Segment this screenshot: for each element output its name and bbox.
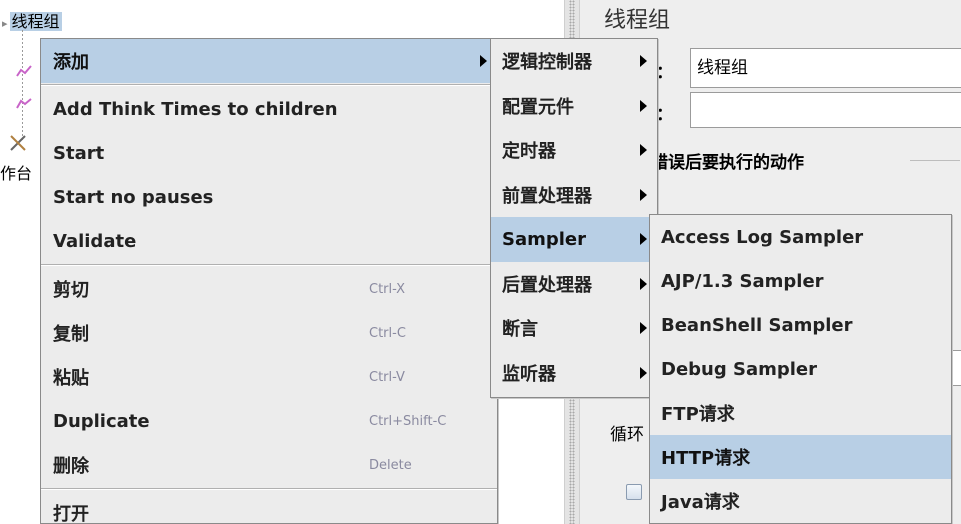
loop-label: 循环	[610, 425, 644, 445]
listener-node-icon	[16, 98, 32, 109]
shortcut-label: Ctrl-X	[369, 281, 406, 297]
menu-item-label: 配置元件	[502, 96, 574, 118]
tree-node-label: 线程组	[9, 12, 62, 31]
menu-item-label: 粘贴	[53, 368, 89, 389]
menu-item-label: FTP请求	[661, 404, 735, 425]
menu-item-listener[interactable]: 监听器	[491, 351, 657, 396]
menu-item-debug-sampler[interactable]: Debug Sampler	[650, 347, 951, 391]
menu-item-post-processor[interactable]: 后置处理器	[491, 262, 657, 307]
menu-item-label: 剪切	[53, 280, 89, 301]
menu-item-label: 后置处理器	[502, 274, 592, 296]
menu-item-label: Add Think Times to children	[53, 98, 338, 120]
expand-toggle-icon[interactable]: ▸	[2, 17, 8, 30]
menu-item-ftp-request[interactable]: FTP请求	[650, 391, 951, 435]
menu-item-duplicate[interactable]: Duplicate Ctrl+Shift-C	[41, 399, 497, 443]
menu-item-label: 删除	[53, 456, 89, 477]
menu-item-label: Access Log Sampler	[661, 226, 864, 248]
sampler-node-icon	[16, 65, 32, 77]
menu-item-config-element[interactable]: 配置元件	[491, 84, 657, 129]
submenu-arrow-icon	[640, 144, 647, 157]
menu-item-label: BeanShell Sampler	[661, 314, 853, 336]
menu-item-label: Duplicate	[53, 410, 150, 432]
tree-connector	[22, 30, 23, 140]
menu-item-label: Start no pauses	[53, 186, 214, 208]
menu-item-label: AJP/1.3 Sampler	[661, 270, 824, 292]
shortcut-label: Ctrl-C	[369, 325, 406, 341]
forever-checkbox[interactable]	[626, 484, 642, 500]
menu-item-label: 打开	[53, 504, 89, 524]
tree-node-thread-group[interactable]: ▸ 线程组	[2, 8, 62, 31]
menu-item-http-request[interactable]: HTTP请求	[650, 435, 951, 479]
menu-item-add[interactable]: 添加	[41, 39, 497, 83]
menu-item-cut[interactable]: 剪切 Ctrl-X	[41, 267, 497, 311]
menu-item-open[interactable]: 打开	[41, 491, 497, 524]
menu-item-add-think-times[interactable]: Add Think Times to children	[41, 87, 497, 131]
submenu-arrow-icon	[640, 55, 647, 68]
panel-title: 线程组	[604, 8, 671, 33]
menu-separator	[41, 264, 497, 266]
tools-icon	[10, 135, 26, 151]
menu-item-label: HTTP请求	[661, 448, 751, 469]
sampler-submenu: Access Log Sampler AJP/1.3 Sampler BeanS…	[649, 214, 952, 524]
menu-item-label: Sampler	[502, 228, 587, 250]
group-border	[910, 160, 960, 161]
menu-item-ajp-sampler[interactable]: AJP/1.3 Sampler	[650, 259, 951, 303]
menu-item-validate[interactable]: Validate	[41, 219, 497, 263]
menu-item-access-log-sampler[interactable]: Access Log Sampler	[650, 215, 951, 259]
submenu-arrow-icon	[640, 277, 647, 290]
add-submenu: 逻辑控制器 配置元件 定时器 前置处理器 Sampler 后置处理器 断言 监听…	[490, 38, 658, 398]
menu-item-label: 定时器	[502, 141, 556, 163]
menu-item-beanshell-sampler[interactable]: BeanShell Sampler	[650, 303, 951, 347]
shortcut-label: Delete	[369, 457, 412, 473]
menu-item-delete[interactable]: 删除 Delete	[41, 443, 497, 487]
menu-item-label: Debug Sampler	[661, 358, 818, 380]
shortcut-label: Ctrl-V	[369, 369, 405, 385]
submenu-arrow-icon	[480, 55, 487, 67]
menu-item-start-no-pauses[interactable]: Start no pauses	[41, 175, 497, 219]
menu-item-label: 逻辑控制器	[502, 52, 592, 74]
menu-item-label: Start	[53, 142, 105, 164]
submenu-arrow-icon	[640, 188, 647, 201]
menu-item-logic-controller[interactable]: 逻辑控制器	[491, 39, 657, 84]
menu-item-label: Validate	[53, 230, 137, 252]
submenu-arrow-icon	[640, 322, 647, 335]
submenu-arrow-icon	[640, 366, 647, 379]
submenu-arrow-icon	[640, 233, 647, 246]
menu-item-label: Java请求	[661, 492, 740, 513]
menu-item-timer[interactable]: 定时器	[491, 128, 657, 173]
menu-separator	[41, 488, 497, 490]
menu-item-java-request[interactable]: Java请求	[650, 479, 951, 523]
menu-separator	[41, 84, 497, 86]
menu-item-label: 前置处理器	[502, 185, 592, 207]
menu-item-paste[interactable]: 粘贴 Ctrl-V	[41, 355, 497, 399]
workbench-node-label[interactable]: 作台	[0, 160, 32, 184]
menu-item-label: 断言	[502, 319, 538, 341]
menu-item-start[interactable]: Start	[41, 131, 497, 175]
name-input[interactable]: 线程组	[690, 48, 961, 88]
menu-item-label: 添加	[53, 52, 89, 73]
shortcut-label: Ctrl+Shift-C	[369, 413, 447, 429]
comment-input[interactable]	[690, 92, 961, 128]
menu-item-sampler[interactable]: Sampler	[491, 217, 657, 262]
menu-item-label: 复制	[53, 324, 89, 345]
submenu-arrow-icon	[640, 99, 647, 112]
menu-item-copy[interactable]: 复制 Ctrl-C	[41, 311, 497, 355]
menu-item-label: 监听器	[502, 363, 556, 385]
menu-item-pre-processor[interactable]: 前置处理器	[491, 173, 657, 218]
menu-item-assertion[interactable]: 断言	[491, 306, 657, 351]
context-menu: 添加 Add Think Times to children Start Sta…	[40, 38, 498, 524]
